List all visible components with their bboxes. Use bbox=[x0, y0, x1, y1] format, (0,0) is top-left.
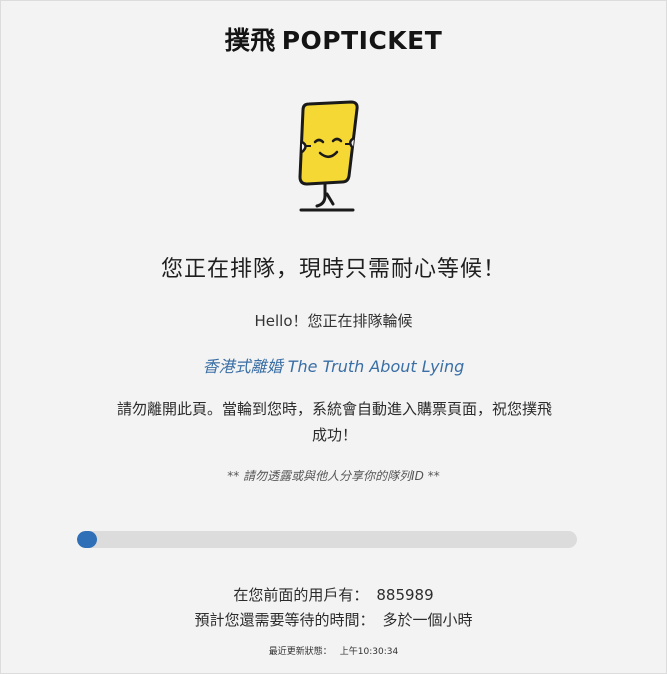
popticket-logo: 撲飛 POPTICKET bbox=[1, 21, 666, 57]
last-updated-label: 最近更新狀態： bbox=[268, 647, 332, 657]
privacy-note: ** 請勿透露或與他人分享你的隊列ID ** bbox=[227, 469, 440, 483]
leave-page-notice: 請勿離開此頁。當輪到您時，系統會自動進入購票頁面，祝您撲飛成功！ bbox=[116, 400, 552, 444]
estimated-wait-value: 多於一個小時 bbox=[382, 611, 473, 629]
hello-text: Hello！您正在排隊輪候 bbox=[254, 312, 413, 330]
queue-progress-fill bbox=[77, 531, 97, 548]
queue-page: 撲飛 POPTICKET 您正在排隊，現時只需耐心等候！ Hello！您正在排隊輪… bbox=[0, 0, 667, 674]
users-ahead-value: 885989 bbox=[376, 586, 434, 604]
last-updated-value: 上午10:30:34 bbox=[339, 647, 399, 657]
event-title-link[interactable]: 香港式離婚 The Truth About Lying bbox=[1, 353, 666, 377]
logo-chinese-text: 撲飛 bbox=[224, 26, 276, 55]
estimated-wait-label: 預計您還需要等待的時間： bbox=[194, 611, 375, 629]
last-updated-row: 最近更新狀態： 上午10:30:34 bbox=[1, 644, 666, 657]
logo-english-text: POPTICKET bbox=[281, 26, 443, 55]
queue-progress-bar bbox=[77, 531, 577, 548]
users-ahead-row: 在您前面的用戶有： 885989 bbox=[1, 584, 666, 605]
queue-headline: 您正在排隊，現時只需耐心等候！ bbox=[160, 257, 506, 282]
ticket-mascot-icon bbox=[298, 100, 359, 212]
estimated-wait-row: 預計您還需要等待的時間： 多於一個小時 bbox=[1, 609, 666, 630]
users-ahead-label: 在您前面的用戶有： bbox=[233, 586, 369, 604]
